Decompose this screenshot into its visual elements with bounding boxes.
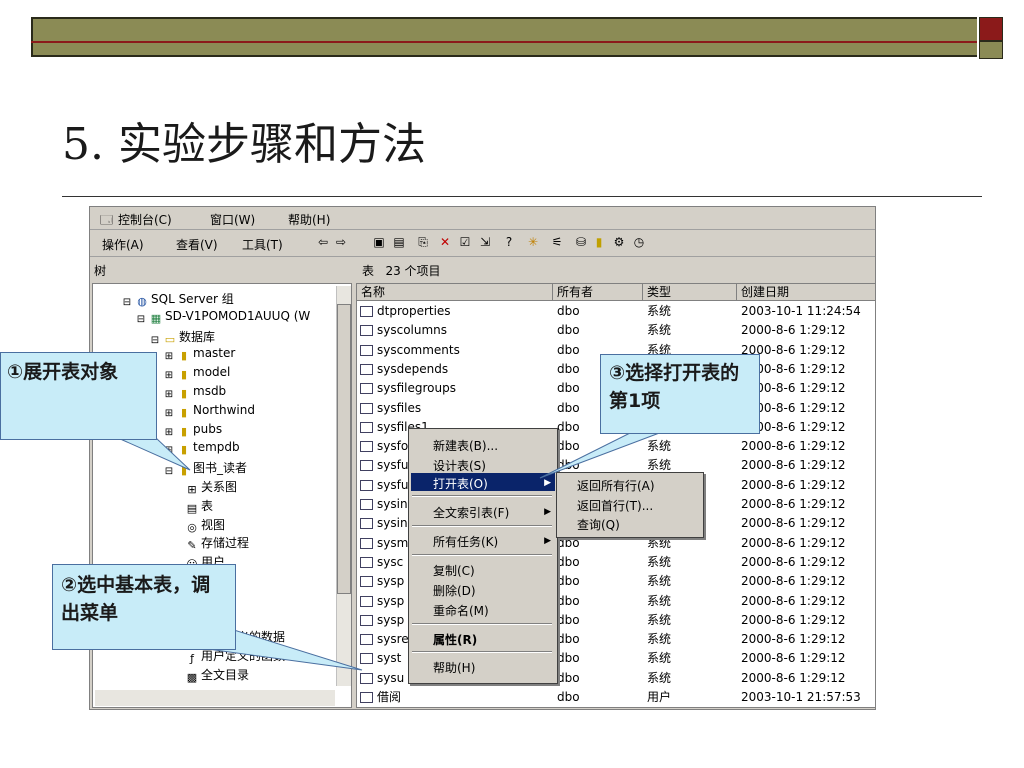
- callout-open-first: ③选择打开表的第1项: [600, 354, 760, 434]
- callout-select-table: ②选中基本表，调出菜单: [52, 564, 236, 650]
- callout-expand-tables: ①展开表对象: [0, 352, 157, 440]
- callout-3-pointer: [539, 431, 663, 479]
- callout-1-pointer: [117, 437, 191, 471]
